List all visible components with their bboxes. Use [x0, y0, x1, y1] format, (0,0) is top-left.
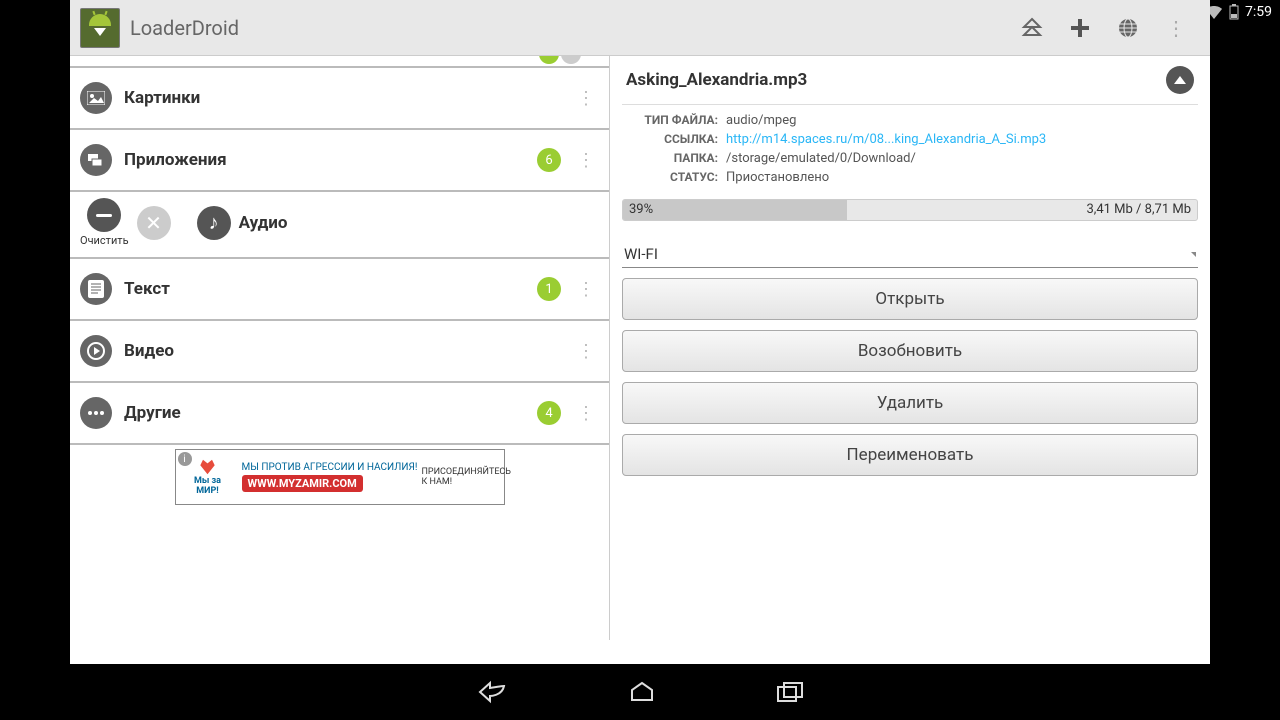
category-label: Видео — [124, 341, 561, 361]
other-icon — [80, 397, 112, 429]
cancel-button[interactable]: ✕ — [137, 206, 171, 240]
app-logo — [80, 8, 120, 48]
clock: 7:59 — [1245, 4, 1272, 20]
add-icon[interactable] — [1056, 4, 1104, 52]
category-label: Текст — [124, 279, 525, 299]
count-badge: 6 — [537, 148, 561, 172]
delete-button[interactable]: Удалить — [622, 382, 1198, 424]
category-menu-icon[interactable]: ⋮ — [573, 341, 599, 362]
globe-icon[interactable] — [1104, 4, 1152, 52]
count-badge: 1 — [537, 277, 561, 301]
app-title: LoaderDroid — [130, 16, 1008, 40]
back-icon[interactable] — [476, 680, 508, 704]
category-menu-icon[interactable]: ⋮ — [573, 403, 599, 424]
category-apps[interactable]: Приложения 6 ⋮ — [70, 130, 609, 192]
dropdown-icon — [1191, 252, 1196, 257]
category-text[interactable]: Текст 1 ⋮ — [70, 259, 609, 321]
file-url[interactable]: http://m14.spaces.ru/m/08...king_Alexand… — [726, 132, 1194, 147]
overflow-icon[interactable]: ⋮ — [1152, 4, 1200, 52]
category-truncated — [70, 56, 609, 68]
audio-icon: ♪ — [197, 206, 231, 240]
network-selector[interactable]: WI-FI — [622, 241, 1198, 268]
clear-button[interactable] — [87, 198, 121, 232]
home-icon[interactable] — [628, 680, 656, 704]
resume-button[interactable]: Возобновить — [622, 330, 1198, 372]
ad-cta: ПРИСОЕДИНЯЙТЕСЬ К НАМ! — [422, 467, 502, 487]
apps-icon — [80, 144, 112, 176]
video-icon — [80, 335, 112, 367]
ad-banner[interactable]: i Мы заМИР! МЫ ПРОТИВ АГРЕССИИ И НАСИЛИЯ… — [175, 449, 505, 505]
image-icon — [80, 82, 112, 114]
category-label: Приложения — [124, 150, 525, 170]
category-images[interactable]: Картинки ⋮ — [70, 68, 609, 130]
progress-bar: 39% 3,41 Mb / 8,71 Mb — [622, 199, 1198, 221]
category-other[interactable]: Другие 4 ⋮ — [70, 383, 609, 445]
category-label: Другие — [124, 403, 525, 423]
category-label: Аудио — [239, 213, 288, 233]
open-button[interactable]: Открыть — [622, 278, 1198, 320]
battery-icon — [1229, 4, 1239, 20]
priority-icon[interactable] — [1008, 4, 1056, 52]
collapse-icon[interactable] — [1166, 66, 1194, 94]
category-menu-icon[interactable]: ⋮ — [573, 150, 599, 171]
file-meta: ТИП ФАЙЛА:audio/mpeg ССЫЛКА:http://m14.s… — [622, 105, 1198, 197]
clear-label: Очистить — [80, 234, 129, 247]
ad-text: МЫ ПРОТИВ АГРЕССИИ И НАСИЛИЯ!WWW.MYZAMIR… — [242, 462, 418, 492]
ad-marker-icon: i — [178, 452, 192, 466]
count-badge: 4 — [537, 401, 561, 425]
category-menu-icon[interactable]: ⋮ — [573, 88, 599, 109]
category-menu-icon[interactable]: ⋮ — [573, 279, 599, 300]
file-title: Asking_Alexandria.mp3 — [626, 70, 1166, 90]
recents-icon[interactable] — [776, 681, 804, 703]
category-label: Картинки — [124, 88, 561, 108]
action-bar: LoaderDroid ⋮ — [70, 0, 1210, 56]
nav-bar — [0, 664, 1280, 720]
text-icon — [80, 273, 112, 305]
category-audio-expanded: Очистить ✕ ♪ Аудио — [70, 192, 609, 259]
rename-button[interactable]: Переименовать — [622, 434, 1198, 476]
category-video[interactable]: Видео ⋮ — [70, 321, 609, 383]
